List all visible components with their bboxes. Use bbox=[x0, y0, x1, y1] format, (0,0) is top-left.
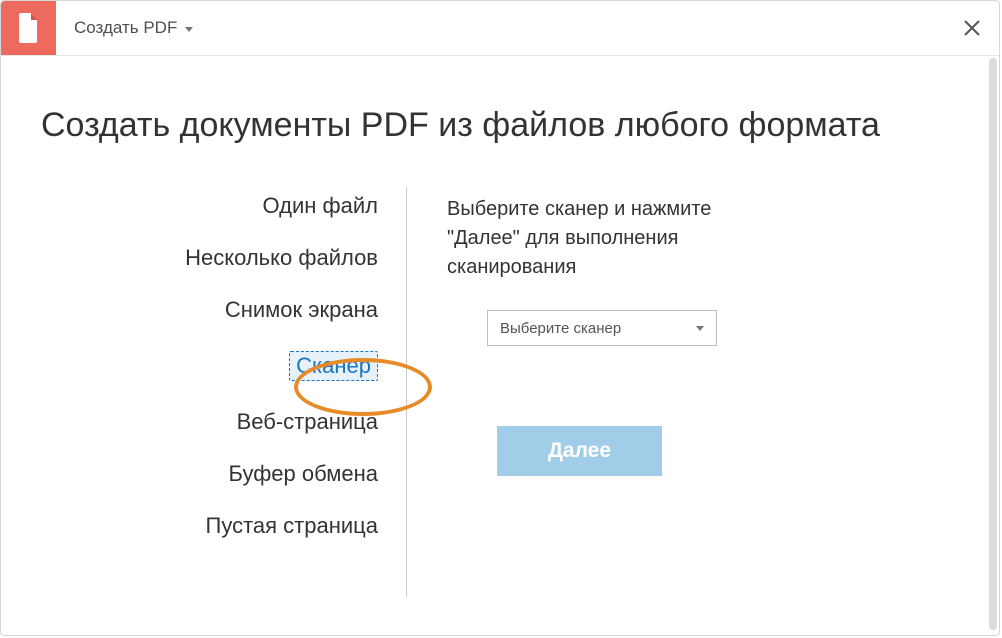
scanner-select[interactable]: Выберите сканер bbox=[487, 310, 717, 346]
source-option-single-file[interactable]: Один файл bbox=[263, 195, 378, 217]
create-pdf-dropdown-label: Создать PDF bbox=[74, 18, 177, 38]
scanner-panel: Выберите сканер и нажмите "Далее" для вы… bbox=[407, 195, 999, 476]
source-option-blank-page[interactable]: Пустая страница bbox=[206, 515, 378, 537]
close-icon bbox=[964, 20, 980, 36]
scanner-select-placeholder: Выберите сканер bbox=[500, 320, 621, 337]
source-option-webpage[interactable]: Веб-страница bbox=[237, 411, 378, 433]
header-bar: Создать PDF bbox=[1, 1, 999, 56]
instructions-text: Выберите сканер и нажмите "Далее" для вы… bbox=[447, 195, 767, 282]
caret-down-icon bbox=[696, 326, 704, 331]
columns: Один файл Несколько файлов Снимок экрана… bbox=[1, 195, 999, 597]
source-options-list: Один файл Несколько файлов Снимок экрана… bbox=[1, 195, 406, 537]
app-pdf-icon bbox=[1, 1, 56, 55]
body: Создать документы PDF из файлов любого ф… bbox=[1, 56, 999, 597]
scrollbar-thumb[interactable] bbox=[989, 58, 997, 630]
source-option-clipboard[interactable]: Буфер обмена bbox=[229, 463, 379, 485]
next-button[interactable]: Далее bbox=[497, 426, 662, 476]
source-option-screenshot[interactable]: Снимок экрана bbox=[225, 299, 378, 321]
caret-down-icon bbox=[185, 27, 193, 32]
create-pdf-dropdown[interactable]: Создать PDF bbox=[56, 1, 211, 55]
source-option-scanner[interactable]: Сканер bbox=[289, 351, 378, 381]
scrollbar[interactable] bbox=[989, 58, 997, 630]
source-option-multiple-files[interactable]: Несколько файлов bbox=[185, 247, 378, 269]
page-title: Создать документы PDF из файлов любого ф… bbox=[1, 56, 999, 195]
create-pdf-window: Создать PDF Создать документы PDF из фай… bbox=[0, 0, 1000, 636]
close-button[interactable] bbox=[944, 1, 999, 55]
